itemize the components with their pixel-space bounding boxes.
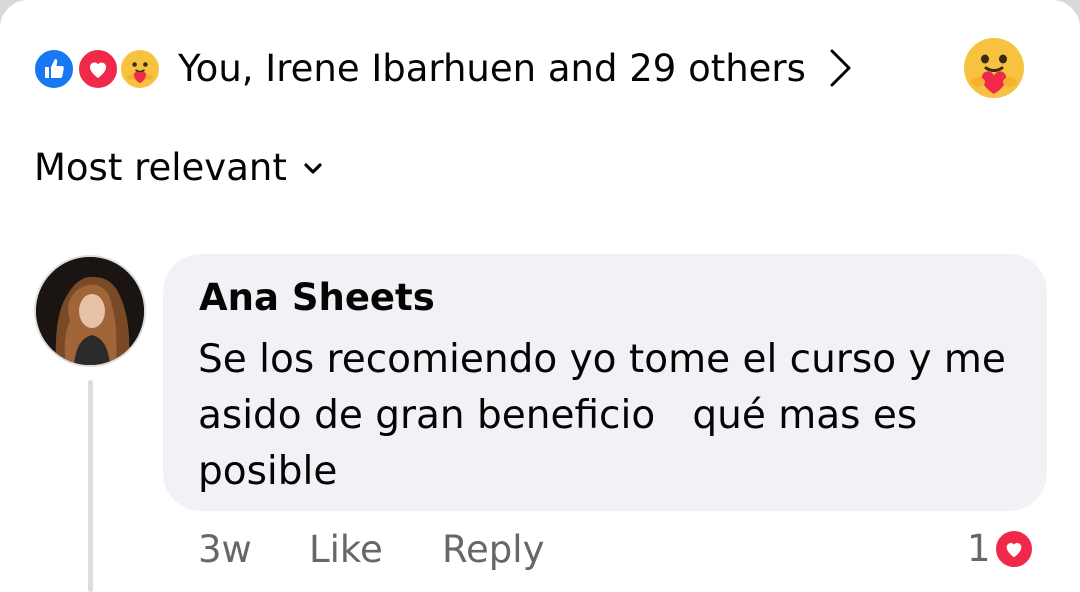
comment-reaction-count[interactable]: 1 [967, 527, 1035, 570]
my-reaction-care-icon[interactable] [962, 36, 1026, 100]
sort-label: Most relevant [34, 146, 287, 189]
reactions-summary[interactable]: You, Irene Ibarhuen and 29 others [32, 40, 858, 96]
comment-author[interactable]: Ana Sheets [199, 276, 435, 319]
love-icon [76, 47, 120, 91]
reactions-summary-text[interactable]: You, Irene Ibarhuen and 29 others [178, 47, 806, 90]
comment-bubble[interactable]: Ana Sheets Se los recomiendo yo tome el … [163, 254, 1047, 511]
love-icon [992, 527, 1035, 570]
reaction-icons [32, 43, 172, 93]
reply-button[interactable]: Reply [442, 528, 544, 571]
care-icon [118, 47, 162, 91]
sort-selector[interactable]: Most relevant [34, 146, 325, 189]
thread-line [88, 380, 93, 592]
comment-text: Se los recomiendo yo tome el curso y me … [198, 337, 1019, 494]
comment-timestamp[interactable]: 3w [198, 528, 252, 571]
chevron-right-icon[interactable] [828, 46, 858, 90]
like-icon [32, 47, 76, 91]
avatar[interactable] [34, 255, 146, 367]
chevron-down-icon [301, 156, 325, 180]
like-button[interactable]: Like [309, 528, 383, 571]
comment-reaction-number: 1 [967, 527, 991, 570]
